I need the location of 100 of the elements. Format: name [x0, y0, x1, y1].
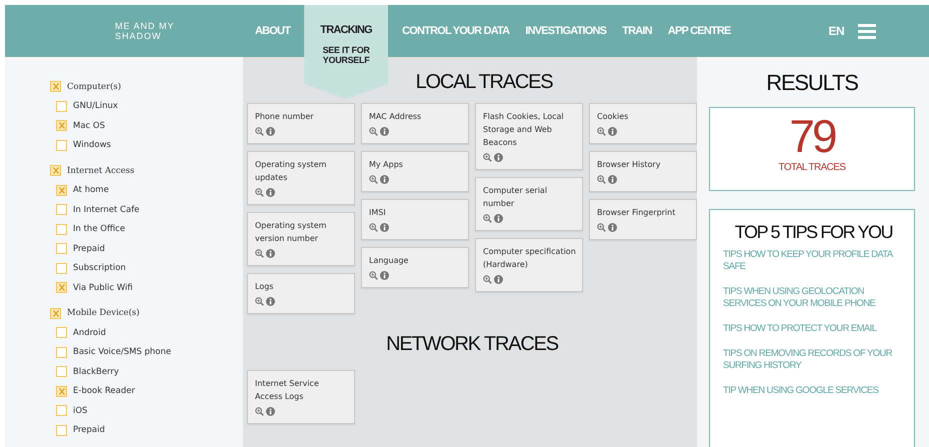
trace-label: My Apps — [369, 159, 404, 171]
trace-card[interactable]: My Apps — [361, 151, 469, 192]
info-icon[interactable] — [494, 214, 503, 223]
trace-card[interactable]: IMSI — [361, 199, 469, 240]
checkbox[interactable] — [50, 165, 61, 176]
info-icon[interactable] — [266, 188, 275, 197]
zoom-icon[interactable] — [369, 175, 378, 184]
zoom-icon[interactable] — [255, 407, 264, 416]
menu-icon[interactable] — [858, 24, 876, 38]
filter-label[interactable]: Subscription — [73, 263, 126, 274]
info-icon[interactable] — [380, 127, 389, 136]
trace-card[interactable]: Browser History — [589, 151, 697, 192]
filter-label[interactable]: Prepaid — [73, 244, 105, 254]
zoom-icon[interactable] — [255, 188, 264, 197]
trace-card[interactable]: Cookies — [589, 103, 697, 144]
filter-label[interactable]: iOS — [73, 406, 88, 416]
zoom-icon[interactable] — [255, 127, 264, 136]
filter-label[interactable]: Mobile Device(s) — [67, 308, 140, 318]
checkbox[interactable] — [56, 184, 67, 196]
trace-card[interactable]: Logs — [247, 273, 355, 314]
zoom-icon[interactable] — [369, 223, 378, 232]
trace-label: Internet Service Access Logs — [255, 378, 320, 403]
zoom-icon[interactable] — [597, 175, 606, 184]
checkbox[interactable] — [56, 424, 67, 436]
nav-tab[interactable]: TRACKING SEE IT FOR YOURSELF — [304, 5, 388, 99]
zoom-icon[interactable] — [597, 223, 606, 232]
info-icon[interactable] — [494, 275, 503, 284]
filter-label[interactable]: GNU/Linux — [73, 101, 118, 112]
filter-label[interactable]: Mac OS — [73, 120, 106, 131]
zoom-icon[interactable] — [255, 249, 264, 258]
filter-label[interactable]: E-book Reader — [73, 386, 135, 396]
section-title: LOCAL TRACES — [416, 70, 552, 95]
info-icon[interactable] — [266, 407, 275, 416]
zoom-icon[interactable] — [597, 127, 606, 136]
count-caption: TOTAL TRACES — [778, 162, 846, 173]
filter-label[interactable]: Internet Access — [67, 166, 134, 176]
checkbox[interactable] — [56, 327, 67, 338]
checkbox[interactable] — [56, 224, 67, 235]
zoom-icon[interactable] — [483, 153, 492, 162]
trace-card[interactable]: Browser Fingerprint — [589, 199, 697, 240]
trace-label: Language — [369, 255, 410, 267]
filter-label[interactable]: Prepaid — [73, 425, 105, 436]
checkbox[interactable] — [50, 81, 61, 92]
trace-count: 79 — [789, 110, 835, 162]
info-icon[interactable] — [380, 175, 389, 184]
filter-label[interactable]: In the Office — [73, 224, 126, 234]
trace-card[interactable]: Computer specification (Hardware) — [475, 238, 583, 292]
filter-label[interactable]: Via Public Wifi — [73, 282, 133, 293]
zoom-icon[interactable] — [483, 214, 492, 223]
trace-label: IMSI — [369, 207, 387, 219]
trace-label: Browser History — [597, 159, 662, 171]
info-icon[interactable] — [266, 297, 275, 306]
info-icon[interactable] — [266, 249, 275, 258]
checkbox[interactable] — [56, 204, 67, 216]
info-icon[interactable] — [608, 175, 617, 184]
filter-label[interactable]: BlackBerry — [73, 366, 119, 377]
trace-card[interactable]: Phone number — [247, 103, 355, 144]
checkbox[interactable] — [56, 243, 67, 254]
trace-card[interactable]: Operating system version number — [247, 212, 355, 266]
section-title: NETWORK TRACES — [386, 332, 558, 357]
trace-card[interactable]: Computer serial number — [475, 177, 583, 231]
filter-label[interactable]: Android — [73, 328, 106, 338]
zoom-icon[interactable] — [255, 297, 264, 306]
checkbox[interactable] — [56, 366, 67, 378]
trace-label: Logs — [255, 281, 274, 293]
trace-card[interactable]: Flash Cookies, Local Storage and Web Beacons — [475, 103, 583, 170]
trace-label: Operating system updates — [255, 159, 328, 184]
tips-title: TOP 5 TIPS FOR YOU — [734, 222, 894, 243]
checkbox[interactable] — [56, 386, 67, 397]
info-icon[interactable] — [380, 223, 389, 232]
trace-card[interactable]: Internet Service Access Logs — [247, 370, 355, 424]
trace-card[interactable]: Operating system updates — [247, 151, 355, 205]
zoom-icon[interactable] — [369, 127, 378, 136]
filter-label[interactable]: At home — [73, 185, 109, 196]
info-icon[interactable] — [608, 223, 617, 232]
trace-label: Browser Fingerprint — [597, 207, 676, 219]
results-title: RESULTS — [765, 69, 859, 97]
checkbox[interactable] — [50, 308, 61, 319]
checkbox[interactable] — [56, 140, 67, 151]
checkbox[interactable] — [56, 282, 67, 294]
checkbox[interactable] — [56, 262, 67, 274]
trace-label: Flash Cookies, Local Storage and Web Beacons — [483, 111, 565, 149]
checkbox[interactable] — [56, 100, 67, 112]
filter-label[interactable]: Windows — [73, 140, 111, 150]
filter-label[interactable]: In Internet Cafe — [73, 204, 140, 215]
info-icon[interactable] — [380, 271, 389, 280]
zoom-icon[interactable] — [369, 271, 378, 280]
filter-label[interactable]: Computer(s) — [67, 82, 122, 92]
trace-label: Phone number — [255, 111, 315, 123]
checkbox[interactable] — [56, 405, 67, 416]
info-icon[interactable] — [494, 153, 503, 162]
info-icon[interactable] — [266, 127, 275, 136]
trace-card[interactable]: Language — [361, 247, 469, 288]
checkbox[interactable] — [56, 346, 67, 358]
trace-card[interactable]: MAC Address — [361, 103, 469, 144]
filter-label[interactable]: Basic Voice/SMS phone — [73, 347, 172, 358]
info-icon[interactable] — [608, 127, 617, 136]
zoom-icon[interactable] — [483, 275, 492, 284]
checkbox[interactable] — [56, 120, 67, 132]
trace-label: Computer specification (Hardware) — [483, 246, 576, 271]
